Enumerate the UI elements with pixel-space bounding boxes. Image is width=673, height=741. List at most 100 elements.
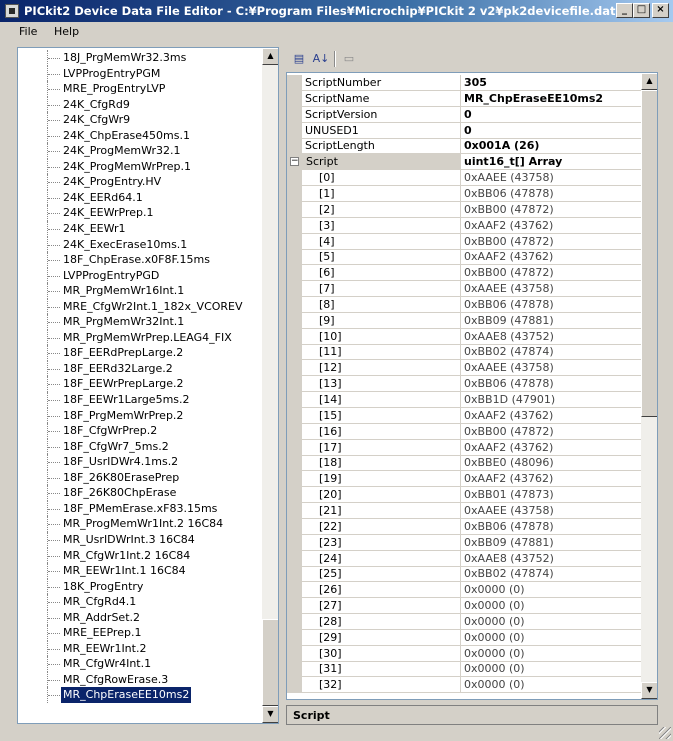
array-item-row[interactable]: [26] 0x0000 (0) (287, 582, 641, 599)
property-value[interactable]: 0xBB06 (47878) (461, 376, 641, 393)
array-item-row[interactable]: [22] 0xBB06 (47878) (287, 518, 641, 535)
array-item-row[interactable]: [9] 0xBB09 (47881) (287, 312, 641, 329)
property-value[interactable]: 0xBB1D (47901) (461, 392, 641, 408)
list-item[interactable]: 18F_EERd32Large.2 (18, 360, 261, 377)
property-pages-button[interactable]: ▭ (339, 50, 359, 68)
list-item[interactable]: MR_CfgRowErase.3 (18, 671, 261, 688)
list-item[interactable]: MRE_ProgEntryLVP (18, 81, 261, 97)
property-row[interactable]: ScriptVersion 0 (287, 106, 641, 123)
menu-file[interactable]: File (19, 25, 37, 38)
array-item-row[interactable]: [3] 0xAAF2 (43762) (287, 217, 641, 234)
property-row[interactable]: UNUSED1 0 (287, 122, 641, 139)
array-item-row[interactable]: [10] 0xAAE8 (43752) (287, 328, 641, 345)
property-value[interactable]: 0x0000 (0) (461, 614, 641, 630)
array-item-row[interactable]: [5] 0xAAF2 (43762) (287, 249, 641, 266)
array-item-row[interactable]: [11] 0xBB02 (47874) (287, 344, 641, 361)
list-item[interactable]: 24K_ExecErase10ms.1 (18, 236, 261, 253)
array-item-row[interactable]: [21] 0xAAEE (43758) (287, 502, 641, 519)
property-value[interactable]: 0xAAEE (43758) (461, 281, 641, 298)
property-value[interactable]: 305 (461, 75, 641, 91)
property-value[interactable]: 0xBB09 (47881) (461, 535, 641, 551)
array-item-row[interactable]: [24] 0xAAE8 (43752) (287, 550, 641, 567)
maximize-button[interactable]: □ (633, 3, 650, 18)
app-icon[interactable] (5, 4, 19, 18)
property-value[interactable]: 0xBB00 (47872) (461, 234, 641, 250)
property-value[interactable]: 0x0000 (0) (461, 582, 641, 599)
alphabetical-sort-button[interactable]: A↓ (311, 50, 331, 68)
array-item-row[interactable]: [8] 0xBB06 (47878) (287, 296, 641, 313)
property-value[interactable]: 0xAAF2 (43762) (461, 440, 641, 456)
list-item[interactable]: 24K_EERd64.1 (18, 189, 261, 206)
property-value[interactable]: 0xBB00 (47872) (461, 265, 641, 282)
property-grid[interactable]: ScriptNumber 305 ScriptName MR_ChpEraseEE10… (286, 72, 658, 700)
property-value[interactable]: 0 (461, 107, 641, 123)
list-item[interactable]: MR_ProgMemWr1Int.2 16C84 (18, 516, 261, 532)
array-item-row[interactable]: [23] 0xBB09 (47881) (287, 534, 641, 551)
list-item[interactable]: 18K_ProgEntry (18, 578, 261, 595)
array-item-row[interactable]: [7] 0xAAEE (43758) (287, 281, 641, 298)
property-row[interactable]: ScriptLength 0x001A (26) (287, 138, 641, 155)
property-value[interactable]: 0xAAE8 (43752) (461, 551, 641, 567)
script-array-row[interactable]: − Script uint16_t[] Array (287, 154, 641, 171)
prop-scroll-thumb[interactable] (641, 90, 657, 417)
list-scrollbar[interactable]: ▲ ▼ (262, 48, 278, 723)
list-item[interactable]: MR_CfgWr1Int.2 16C84 (18, 547, 261, 564)
list-scroll-thumb[interactable] (262, 619, 278, 706)
prop-scroll-up-button[interactable]: ▲ (641, 73, 657, 90)
property-row[interactable]: ScriptNumber 305 (287, 75, 641, 91)
list-item[interactable]: 24K_ProgEntry.HV (18, 174, 261, 190)
categorized-view-button[interactable]: ▤ (289, 50, 309, 68)
property-value[interactable]: 0xAAF2 (43762) (461, 249, 641, 266)
list-item[interactable]: MR_PrgMemWrPrep.LEAG4_FIX (18, 329, 261, 346)
array-item-row[interactable]: [14] 0xBB1D (47901) (287, 392, 641, 408)
list-item[interactable]: MR_CfgWr4Int.1 (18, 656, 261, 672)
property-value[interactable]: uint16_t[] Array (461, 154, 641, 171)
array-item-row[interactable]: [20] 0xBB01 (47873) (287, 487, 641, 504)
array-item-row[interactable]: [1] 0xBB06 (47878) (287, 185, 641, 202)
property-value[interactable]: 0x0000 (0) (461, 646, 641, 662)
list-item[interactable]: 18F_ChpErase.x0F8F.15ms (18, 252, 261, 268)
array-item-row[interactable]: [0] 0xAAEE (43758) (287, 170, 641, 187)
list-item[interactable]: 18F_PrgMemWrPrep.2 (18, 407, 261, 424)
array-item-row[interactable]: [31] 0x0000 (0) (287, 661, 641, 678)
list-item[interactable]: MR_EEWr1Int.2 (18, 640, 261, 657)
menu-help[interactable]: Help (54, 25, 79, 38)
array-item-row[interactable]: [15] 0xAAF2 (43762) (287, 407, 641, 424)
property-value[interactable]: 0xAAEE (43758) (461, 503, 641, 519)
property-value[interactable]: 0xBB02 (47874) (461, 344, 641, 361)
property-value[interactable]: MR_ChpEraseEE10ms2 (461, 91, 641, 107)
property-value[interactable]: 0xBBE0 (48096) (461, 455, 641, 472)
list-item[interactable]: MRE_EEPrep.1 (18, 625, 261, 641)
scripts-list[interactable]: 18J_PrgMemWr32.3ms LVPProgEntryPGM MRE_Pro… (17, 47, 279, 724)
property-value[interactable]: 0xBB06 (47878) (461, 186, 641, 202)
list-scroll-up-button[interactable]: ▲ (262, 48, 278, 65)
property-value[interactable]: 0xBB06 (47878) (461, 519, 641, 535)
property-scrollbar[interactable]: ▲ ▼ (641, 73, 657, 699)
property-value[interactable]: 0xAAF2 (43762) (461, 218, 641, 234)
array-item-row[interactable]: [27] 0x0000 (0) (287, 598, 641, 615)
list-item[interactable]: 18J_PrgMemWr32.3ms (18, 50, 261, 66)
array-item-row[interactable]: [13] 0xBB06 (47878) (287, 376, 641, 393)
array-item-row[interactable]: [17] 0xAAF2 (43762) (287, 439, 641, 456)
list-item[interactable]: 24K_CfgWr9 (18, 112, 261, 128)
collapse-icon[interactable]: − (290, 157, 299, 167)
list-item[interactable]: MR_ChpEraseEE10ms2 (18, 687, 261, 703)
list-item[interactable]: LVPProgEntryPGM (18, 65, 261, 82)
list-item[interactable]: MRE_CfgWr2Int.1_182x_VCOREV (18, 298, 261, 315)
array-item-row[interactable]: [32] 0x0000 (0) (287, 677, 641, 694)
list-item[interactable]: 18F_CfgWrPrep.2 (18, 423, 261, 439)
array-item-row[interactable]: [19] 0xAAF2 (43762) (287, 471, 641, 488)
list-item[interactable]: 24K_ProgMemWrPrep.1 (18, 158, 261, 175)
property-value[interactable]: 0x0000 (0) (461, 598, 641, 615)
list-item[interactable]: 18F_26K80ChpErase (18, 485, 261, 501)
array-item-row[interactable]: [16] 0xBB00 (47872) (287, 423, 641, 440)
array-item-row[interactable]: [6] 0xBB00 (47872) (287, 265, 641, 282)
array-item-row[interactable]: [12] 0xAAEE (43758) (287, 360, 641, 377)
property-value[interactable]: 0xAAEE (43758) (461, 360, 641, 377)
property-value[interactable]: 0xBB06 (47878) (461, 297, 641, 313)
list-item[interactable]: 24K_ChpErase450ms.1 (18, 127, 261, 144)
close-button[interactable]: × (652, 3, 669, 18)
list-item[interactable]: 24K_CfgRd9 (18, 96, 261, 113)
list-item[interactable]: 18F_EEWr1Large5ms.2 (18, 392, 261, 408)
list-item[interactable]: MR_UsrIDWrInt.3 16C84 (18, 531, 261, 548)
